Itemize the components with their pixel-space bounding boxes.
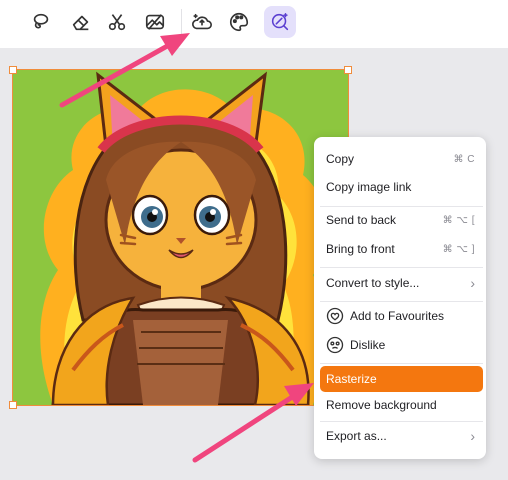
menu-item-shortcut: ⌘ C: [453, 153, 475, 165]
menu-item-send-to-back[interactable]: Send to back ⌘ ⌥ [: [320, 207, 483, 233]
menu-item-copy-image-link[interactable]: Copy image link: [320, 174, 483, 200]
toolbar-divider: [181, 9, 182, 35]
upscale-tool-button[interactable]: [186, 6, 218, 38]
image-icon: [145, 14, 165, 30]
eraser-icon: [72, 15, 89, 31]
menu-item-label: Bring to front: [326, 242, 395, 256]
menu-item-label: Copy: [326, 152, 355, 166]
scissors-icon: [108, 14, 126, 31]
eraser-tool-button[interactable]: [65, 6, 97, 38]
palette-tool-button[interactable]: [223, 6, 255, 38]
menu-separator: [320, 421, 483, 422]
menu-item-label: Export as...: [326, 429, 387, 443]
cloud-upscale-icon: [192, 13, 212, 30]
menu-item-copy[interactable]: Copy ⌘ C: [320, 146, 483, 172]
menu-item-rasterize[interactable]: Rasterize: [320, 366, 483, 392]
menu-item-label: Dislike: [350, 338, 386, 352]
scissors-tool-button[interactable]: [101, 6, 133, 38]
magic-tool-button[interactable]: [264, 6, 296, 38]
menu-item-shortcut: ⌘ ⌥ ]: [442, 243, 475, 255]
menu-item-label: Convert to style...: [326, 276, 420, 290]
chevron-right-icon: ›: [470, 428, 475, 444]
menu-item-add-to-favourites[interactable]: Add to Favourites: [320, 303, 483, 329]
menu-separator: [320, 301, 483, 302]
dislike-icon: [326, 336, 344, 354]
resize-handle-top-left[interactable]: [9, 66, 17, 74]
menu-item-shortcut: ⌘ ⌥ [: [442, 214, 475, 226]
menu-item-label: Send to back: [326, 213, 397, 227]
cat-portrait-image: [13, 70, 348, 405]
chevron-right-icon: ›: [470, 275, 475, 291]
menu-separator: [320, 363, 483, 364]
selected-image[interactable]: [12, 69, 349, 406]
menu-separator: [320, 267, 483, 268]
menu-item-label: Rasterize: [326, 372, 377, 386]
context-menu: Copy ⌘ C Copy image link Send to back ⌘ …: [314, 137, 486, 459]
menu-item-label: Remove background: [326, 398, 437, 412]
menu-item-label: Add to Favourites: [350, 309, 445, 323]
menu-item-export-as[interactable]: Export as... ›: [320, 423, 483, 449]
menu-item-bring-to-front[interactable]: Bring to front ⌘ ⌥ ]: [320, 236, 483, 262]
heart-icon: [326, 307, 344, 325]
image-tool-button[interactable]: [139, 6, 171, 38]
palette-icon: [230, 12, 249, 32]
menu-item-convert-to-style[interactable]: Convert to style... ›: [320, 270, 483, 296]
lasso-icon: [33, 13, 49, 29]
resize-handle-bottom-left[interactable]: [9, 401, 17, 409]
menu-item-remove-background[interactable]: Remove background: [320, 392, 483, 418]
resize-handle-top-right[interactable]: [344, 66, 352, 74]
menu-item-label: Copy image link: [326, 180, 412, 194]
menu-item-dislike[interactable]: Dislike: [320, 332, 483, 358]
lasso-tool-button[interactable]: [25, 6, 57, 38]
toolbar: [0, 0, 508, 48]
magic-icon: [271, 12, 289, 31]
